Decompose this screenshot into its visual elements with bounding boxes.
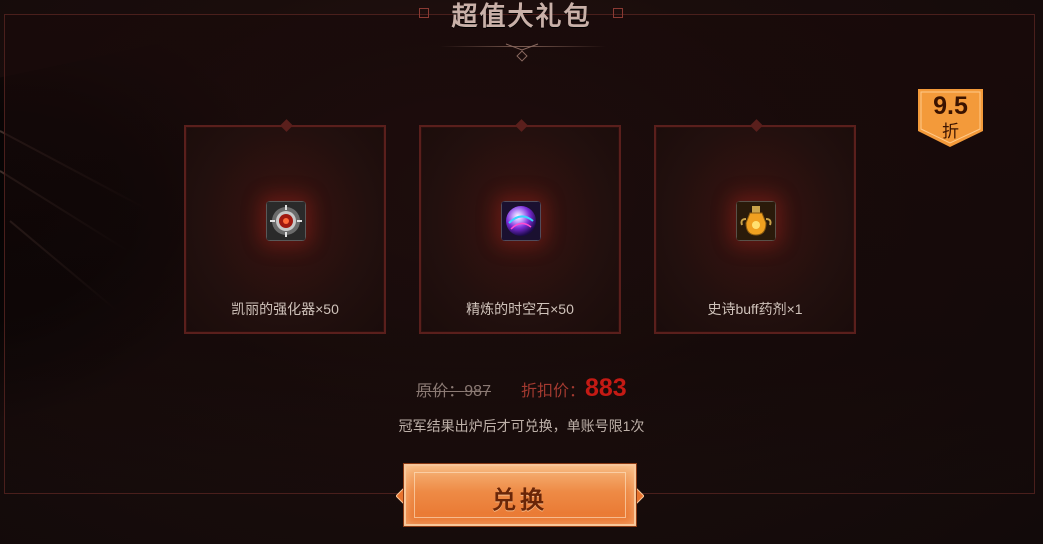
price-row: 原价：987 折扣价：883 [0,374,1043,403]
redeem-note: 冠军结果出炉后才可兑换，单账号限1次 [398,418,645,434]
original-price-label: 原价： [416,383,465,400]
item-card-enhancer: 凯丽的强化器×50 [184,119,386,334]
redeem-button-label: 兑换 [492,487,548,514]
spacetime-stone-icon [501,201,541,241]
redeem-button[interactable]: 兑换 [404,464,636,526]
discount-price-label: 折扣价： [520,383,585,400]
epic-buff-potion-icon [736,201,776,241]
title-ornament-right [613,8,623,18]
discount-price-value: 883 [585,374,627,402]
title-diamond-icon [516,50,528,62]
enhancer-icon [266,201,306,241]
item-label: 史诗buff药剂×1 [707,301,803,317]
original-price-value: 987 [464,383,491,400]
item-label: 精炼的时空石×50 [466,301,574,317]
item-card-buff-potion: 史诗buff药剂×1 [654,119,856,334]
original-price: 原价：987 [416,383,491,400]
panel-header: 超值大礼包 [0,0,1043,70]
item-card-spacetime-stone: 精炼的时空石×50 [419,119,621,334]
page-title: 超值大礼包 [451,1,592,31]
badge-discount-unit: 折 [942,122,959,141]
item-label: 凯丽的强化器×50 [231,301,339,317]
discount-badge: 9.5 折 [918,89,983,147]
